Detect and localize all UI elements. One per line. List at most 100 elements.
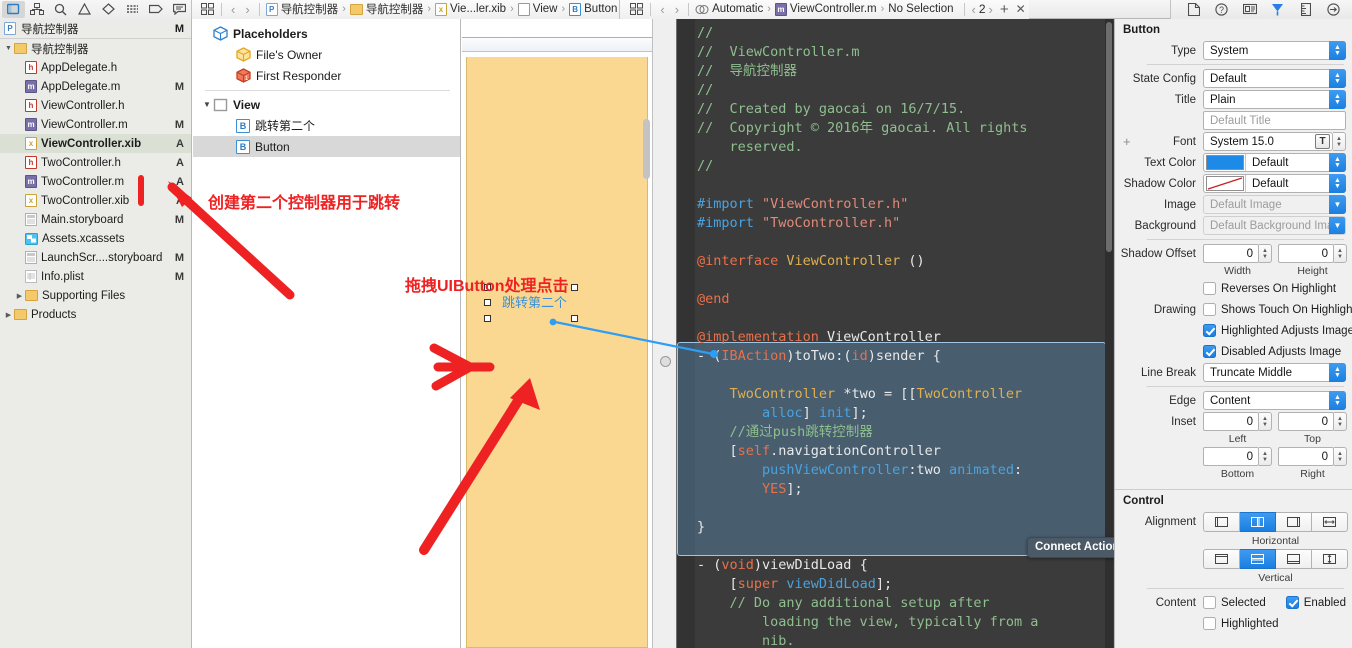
- navigator-row[interactable]: Assets.xcassets: [0, 229, 191, 248]
- go-back-button[interactable]: ‹: [226, 2, 240, 17]
- content-selected-option[interactable]: Selected: [1203, 596, 1266, 609]
- outline-list[interactable]: Placeholders File's Owner 1 First Responder…: [193, 19, 460, 157]
- align-h-left[interactable]: [1203, 512, 1240, 532]
- navigator-file-list[interactable]: ▼ 导航控制器 h AppDelegate.h m AppDelegate.m Mh View…: [0, 39, 191, 324]
- shadow-height-field[interactable]: 0: [1278, 244, 1334, 263]
- assistant-mode-automatic[interactable]: Automatic: [693, 3, 765, 15]
- quick-help-icon[interactable]: ?: [1213, 1, 1230, 18]
- handle-top-right[interactable]: [571, 284, 578, 291]
- disclosure-triangle-icon[interactable]: ▶: [14, 292, 25, 300]
- inset-left-stepper[interactable]: ▲ ▼: [1259, 412, 1272, 431]
- navigator-row[interactable]: x ViewController.xib A: [0, 134, 191, 153]
- align-v-fill[interactable]: [1312, 549, 1348, 569]
- text-color-swatch[interactable]: [1206, 155, 1244, 170]
- project-navigator[interactable]: P 导航控制器 M ▼ 导航控制器 h AppDelegate.h m AppDelega…: [0, 19, 192, 648]
- connections-inspector-icon[interactable]: [1325, 1, 1342, 18]
- inset-top-field[interactable]: 0: [1278, 412, 1334, 431]
- vertical-alignment-segments[interactable]: [1203, 549, 1348, 569]
- checkbox-highlighted[interactable]: [1203, 617, 1216, 630]
- checkbox-enabled[interactable]: [1285, 596, 1299, 609]
- assistant-prev-counter-button[interactable]: ‹: [969, 2, 979, 17]
- breadcrumb-item-xib[interactable]: x Vie...ler.xib: [433, 2, 508, 16]
- drawing-option[interactable]: Disabled Adjusts Image: [1203, 345, 1341, 358]
- outline-row[interactable]: Placeholders: [193, 23, 460, 44]
- inset-right-stepper[interactable]: ▲ ▼: [1334, 447, 1347, 466]
- outline-row[interactable]: ▼ View: [193, 94, 460, 115]
- drawing-option[interactable]: Reverses On Highlight: [1203, 282, 1336, 295]
- inset-top-stepper[interactable]: ▲ ▼: [1334, 412, 1347, 431]
- breadcrumb-item-button[interactable]: B Button: [567, 2, 619, 16]
- navigator-row[interactable]: Main.storyboard M: [0, 210, 191, 229]
- checkbox-drawing-2[interactable]: [1203, 324, 1216, 337]
- show-related-items-icon[interactable]: [197, 1, 217, 18]
- breadcrumb-item-project[interactable]: P 导航控制器: [264, 1, 341, 17]
- checkbox-drawing-3[interactable]: [1203, 345, 1216, 358]
- outline-row[interactable]: 1 First Responder: [193, 65, 460, 86]
- inset-bottom-stepper[interactable]: ▲ ▼: [1259, 447, 1272, 466]
- search-icon[interactable]: [50, 1, 73, 18]
- ib-root-view[interactable]: [466, 57, 648, 648]
- navigator-row[interactable]: m AppDelegate.m M: [0, 77, 191, 96]
- issue-navigator-icon[interactable]: [73, 1, 96, 18]
- image-select[interactable]: Default Image ▼: [1203, 195, 1346, 214]
- handle-bottom-left[interactable]: [484, 315, 491, 322]
- navigator-row[interactable]: m TwoController.m A: [0, 172, 191, 191]
- add-variation-button[interactable]: +: [1123, 134, 1131, 149]
- navigator-row[interactable]: h TwoController.h A: [0, 153, 191, 172]
- font-stepper[interactable]: ▲ ▼: [1333, 132, 1346, 151]
- horizontal-alignment-segments[interactable]: [1203, 512, 1348, 532]
- font-field[interactable]: System 15.0 T: [1203, 132, 1333, 151]
- font-picker-icon[interactable]: T: [1315, 134, 1330, 149]
- drawing-option[interactable]: Highlighted Adjusts Image: [1203, 324, 1352, 337]
- attributes-inspector-icon[interactable]: [1269, 1, 1286, 18]
- disclosure-triangle-icon[interactable]: ▼: [201, 100, 213, 109]
- navigator-row[interactable]: ▶ Products: [0, 305, 191, 324]
- shadow-color-select[interactable]: Default ▲ ▼: [1203, 174, 1346, 193]
- handle-bottom-right[interactable]: [571, 315, 578, 322]
- background-select[interactable]: Default Background Imag ▼: [1203, 216, 1346, 235]
- align-h-right[interactable]: [1276, 512, 1312, 532]
- drawing-option[interactable]: Shows Touch On Highligh: [1203, 303, 1352, 316]
- shadow-width-field[interactable]: 0: [1203, 244, 1259, 263]
- report-navigator-icon[interactable]: [168, 1, 191, 18]
- test-navigator-icon[interactable]: [97, 1, 120, 18]
- outline-row[interactable]: B 跳转第二个: [193, 115, 460, 136]
- align-v-top[interactable]: [1203, 549, 1240, 569]
- outline-row[interactable]: File's Owner: [193, 44, 460, 65]
- debug-navigator-icon[interactable]: [121, 1, 144, 18]
- checkbox-selected[interactable]: [1203, 596, 1216, 609]
- canvas-scrollbar[interactable]: [643, 119, 650, 179]
- title-style-select[interactable]: Plain ▲ ▼: [1203, 90, 1346, 109]
- show-related-items-icon[interactable]: [626, 1, 646, 18]
- disclosure-triangle-icon[interactable]: ▼: [3, 45, 14, 52]
- handle-mid-left[interactable]: [484, 299, 491, 306]
- checkbox-drawing-1[interactable]: [1203, 303, 1216, 316]
- navigator-row[interactable]: h AppDelegate.h: [0, 58, 191, 77]
- inset-left-field[interactable]: 0: [1203, 412, 1259, 431]
- navigator-row[interactable]: x TwoController.xib A: [0, 191, 191, 210]
- navigator-row[interactable]: m ViewController.m M: [0, 115, 191, 134]
- close-assistant-editor-button[interactable]: ✕: [1013, 2, 1029, 16]
- align-v-center[interactable]: [1240, 549, 1276, 569]
- source-control-navigator-icon[interactable]: [26, 1, 49, 18]
- align-v-bottom[interactable]: [1276, 549, 1312, 569]
- state-config-select[interactable]: Default ▲ ▼: [1203, 69, 1346, 88]
- align-h-fill[interactable]: [1312, 512, 1348, 532]
- add-assistant-editor-button[interactable]: +: [996, 1, 1013, 18]
- size-inspector-icon[interactable]: [1297, 1, 1314, 18]
- project-navigator-icon[interactable]: [2, 0, 25, 18]
- file-inspector-icon[interactable]: [1185, 1, 1202, 18]
- attributes-inspector[interactable]: Button Type System ▲ ▼ State Config Defau…: [1114, 19, 1352, 648]
- shadow-height-stepper[interactable]: ▲ ▼: [1334, 244, 1347, 263]
- navigator-row[interactable]: ▶ Supporting Files: [0, 286, 191, 305]
- content-highlighted-option[interactable]: Highlighted: [1203, 617, 1279, 630]
- title-text-field[interactable]: Default Title: [1203, 111, 1346, 130]
- align-h-center[interactable]: [1240, 512, 1276, 532]
- type-select[interactable]: System ▲ ▼: [1203, 41, 1346, 60]
- inset-right-field[interactable]: 0: [1278, 447, 1334, 466]
- assistant-next-counter-button[interactable]: ›: [986, 2, 996, 17]
- inset-bottom-field[interactable]: 0: [1203, 447, 1259, 466]
- assistant-back-button[interactable]: ‹: [655, 2, 669, 17]
- editor-divider[interactable]: [652, 19, 677, 648]
- assistant-file-item[interactable]: m ViewController.m: [773, 2, 879, 16]
